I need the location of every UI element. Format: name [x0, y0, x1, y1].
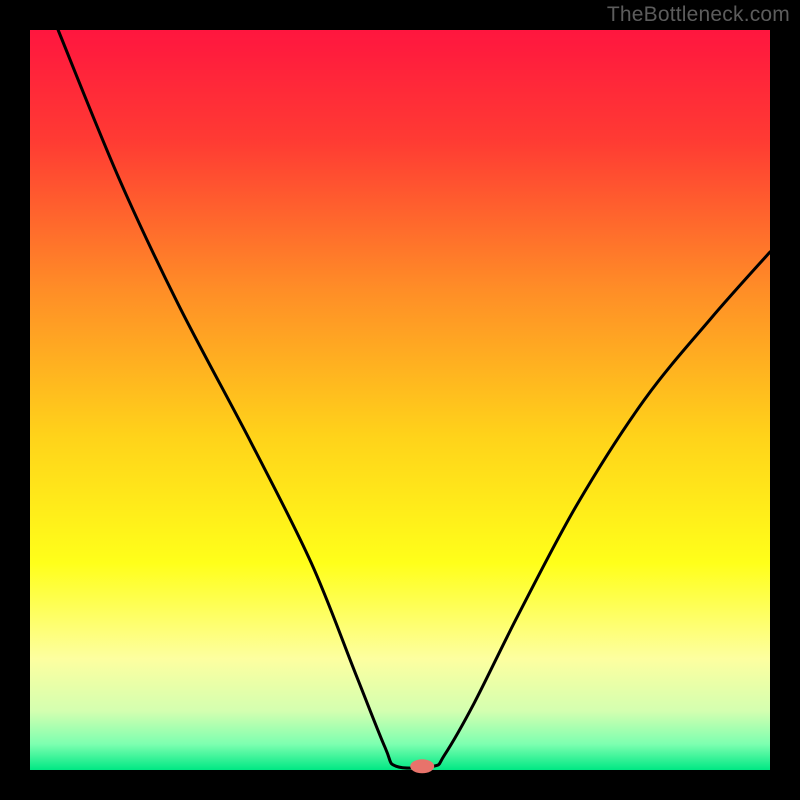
chart-frame: TheBottleneck.com [0, 0, 800, 800]
watermark-text: TheBottleneck.com [607, 3, 790, 27]
gradient-background [30, 30, 770, 770]
bottleneck-chart [0, 0, 800, 800]
optimal-point-marker [410, 759, 434, 773]
